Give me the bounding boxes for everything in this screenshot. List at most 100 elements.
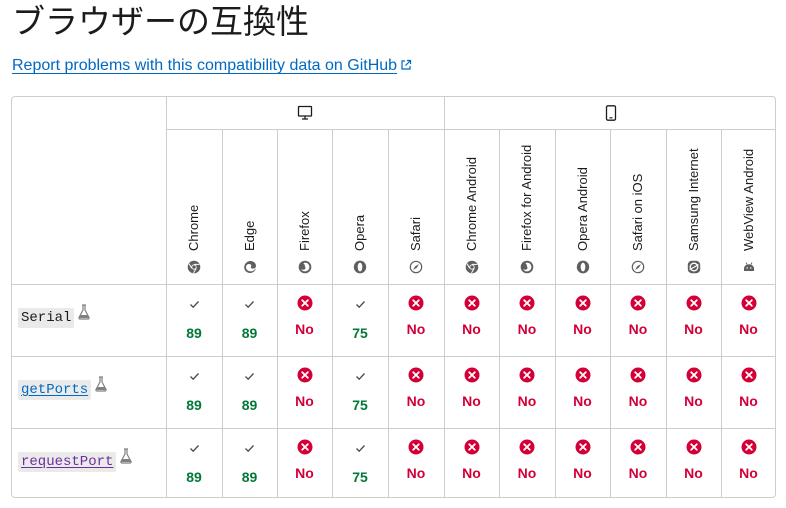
- row-divider: [12, 284, 775, 285]
- yes-support-icon: [222, 371, 277, 391]
- browser-name: Opera: [352, 214, 367, 251]
- feature-name-requestPort[interactable]: requestPort: [18, 451, 117, 472]
- support-cell[interactable]: No: [666, 367, 721, 409]
- no-support-cross-icon: [519, 439, 535, 455]
- yes-support-icon: [222, 443, 277, 463]
- no-support-cross-icon: [297, 439, 312, 455]
- support-cell[interactable]: No: [388, 367, 444, 409]
- support-version: 89: [186, 325, 202, 341]
- no-support-icon: [388, 367, 444, 387]
- row-divider: [12, 356, 775, 357]
- support-cell[interactable]: 75: [332, 439, 388, 485]
- support-version: No: [573, 465, 592, 481]
- support-cell[interactable]: 89: [222, 295, 277, 341]
- support-cell[interactable]: 89: [166, 295, 222, 341]
- check-icon: [355, 373, 365, 381]
- yes-support-icon: [222, 299, 277, 319]
- no-support-cross-icon: [741, 295, 756, 311]
- no-support-cross-icon: [519, 367, 535, 383]
- support-cell[interactable]: No: [610, 295, 666, 337]
- support-cell[interactable]: No: [277, 295, 332, 337]
- support-version: No: [295, 465, 314, 481]
- support-cell[interactable]: 89: [166, 367, 222, 413]
- support-cell[interactable]: No: [610, 367, 666, 409]
- no-support-cross-icon: [686, 367, 701, 383]
- support-cell[interactable]: No: [444, 367, 499, 409]
- support-cell[interactable]: No: [721, 295, 775, 337]
- yes-support-icon: [332, 443, 388, 463]
- no-support-cross-icon: [408, 367, 424, 383]
- support-version: 89: [186, 469, 202, 485]
- support-cell[interactable]: No: [499, 439, 555, 481]
- support-cell[interactable]: No: [277, 367, 332, 409]
- no-support-cross-icon: [297, 295, 312, 311]
- report-link-text: Report problems with this compatibility …: [12, 57, 398, 74]
- support-cell[interactable]: No: [277, 439, 332, 481]
- support-cell[interactable]: No: [388, 439, 444, 481]
- no-support-cross-icon: [741, 439, 756, 455]
- feature-name-getPorts[interactable]: getPorts: [18, 380, 92, 400]
- support-version: No: [628, 465, 648, 481]
- support-cell[interactable]: No: [610, 439, 666, 481]
- experimental-flask-icon: [120, 447, 133, 464]
- support-version: No: [295, 321, 314, 337]
- no-support-cross-icon: [408, 295, 424, 311]
- no-support-cross-icon: [630, 295, 646, 311]
- no-support-icon: [721, 439, 775, 459]
- support-version: No: [295, 393, 314, 409]
- support-cell[interactable]: No: [721, 439, 775, 481]
- support-version: No: [573, 393, 592, 409]
- no-support-icon: [555, 439, 610, 459]
- support-version: No: [739, 465, 758, 481]
- support-version: No: [462, 393, 481, 409]
- browser-name: Safari on iOS: [630, 173, 645, 251]
- support-version: No: [573, 321, 592, 337]
- row-divider: [12, 428, 775, 429]
- support-cell[interactable]: No: [721, 367, 775, 409]
- opera-icon: [576, 260, 589, 274]
- no-support-icon: [610, 295, 666, 315]
- support-version: 75: [352, 469, 368, 485]
- support-version: No: [684, 393, 703, 409]
- support-cell[interactable]: No: [444, 439, 499, 481]
- no-support-cross-icon: [297, 367, 312, 383]
- no-support-cross-icon: [408, 439, 424, 455]
- no-support-icon: [499, 367, 555, 387]
- support-cell[interactable]: No: [666, 295, 721, 337]
- browser-name: Opera Android: [574, 167, 590, 251]
- no-support-cross-icon: [686, 439, 701, 455]
- support-version: No: [517, 321, 537, 337]
- support-cell[interactable]: 75: [332, 295, 388, 341]
- check-icon: [189, 301, 199, 309]
- support-version: 89: [241, 469, 258, 485]
- check-icon: [245, 445, 254, 453]
- support-cell[interactable]: No: [555, 295, 610, 337]
- support-cell[interactable]: No: [388, 295, 444, 337]
- compat-table: Chrome Edge Firefox Opera Safari Chrome Andro…: [11, 96, 776, 498]
- no-support-icon: [666, 367, 721, 387]
- support-cell[interactable]: No: [499, 295, 555, 337]
- support-cell[interactable]: No: [499, 367, 555, 409]
- support-cell[interactable]: No: [666, 439, 721, 481]
- report-problems-link[interactable]: Report problems with this compatibility …: [12, 57, 412, 75]
- support-cell[interactable]: 89: [222, 367, 277, 413]
- support-version: No: [406, 393, 426, 409]
- no-support-icon: [499, 439, 555, 459]
- support-cell[interactable]: No: [444, 295, 499, 337]
- support-cell[interactable]: No: [555, 439, 610, 481]
- support-version: No: [517, 393, 537, 409]
- no-support-icon: [721, 295, 775, 315]
- support-cell[interactable]: No: [555, 367, 610, 409]
- samsung-internet-icon: [687, 260, 700, 274]
- support-cell[interactable]: 75: [332, 367, 388, 413]
- yes-support-icon: [166, 299, 222, 319]
- browser-name: Chrome: [186, 204, 201, 251]
- check-icon: [245, 301, 254, 309]
- no-support-cross-icon: [686, 295, 701, 311]
- support-cell[interactable]: 89: [166, 439, 222, 485]
- browser-name: Edge: [241, 220, 257, 251]
- check-icon: [189, 445, 199, 453]
- support-version: 75: [352, 325, 368, 341]
- no-support-cross-icon: [575, 367, 590, 383]
- support-cell[interactable]: 89: [222, 439, 277, 485]
